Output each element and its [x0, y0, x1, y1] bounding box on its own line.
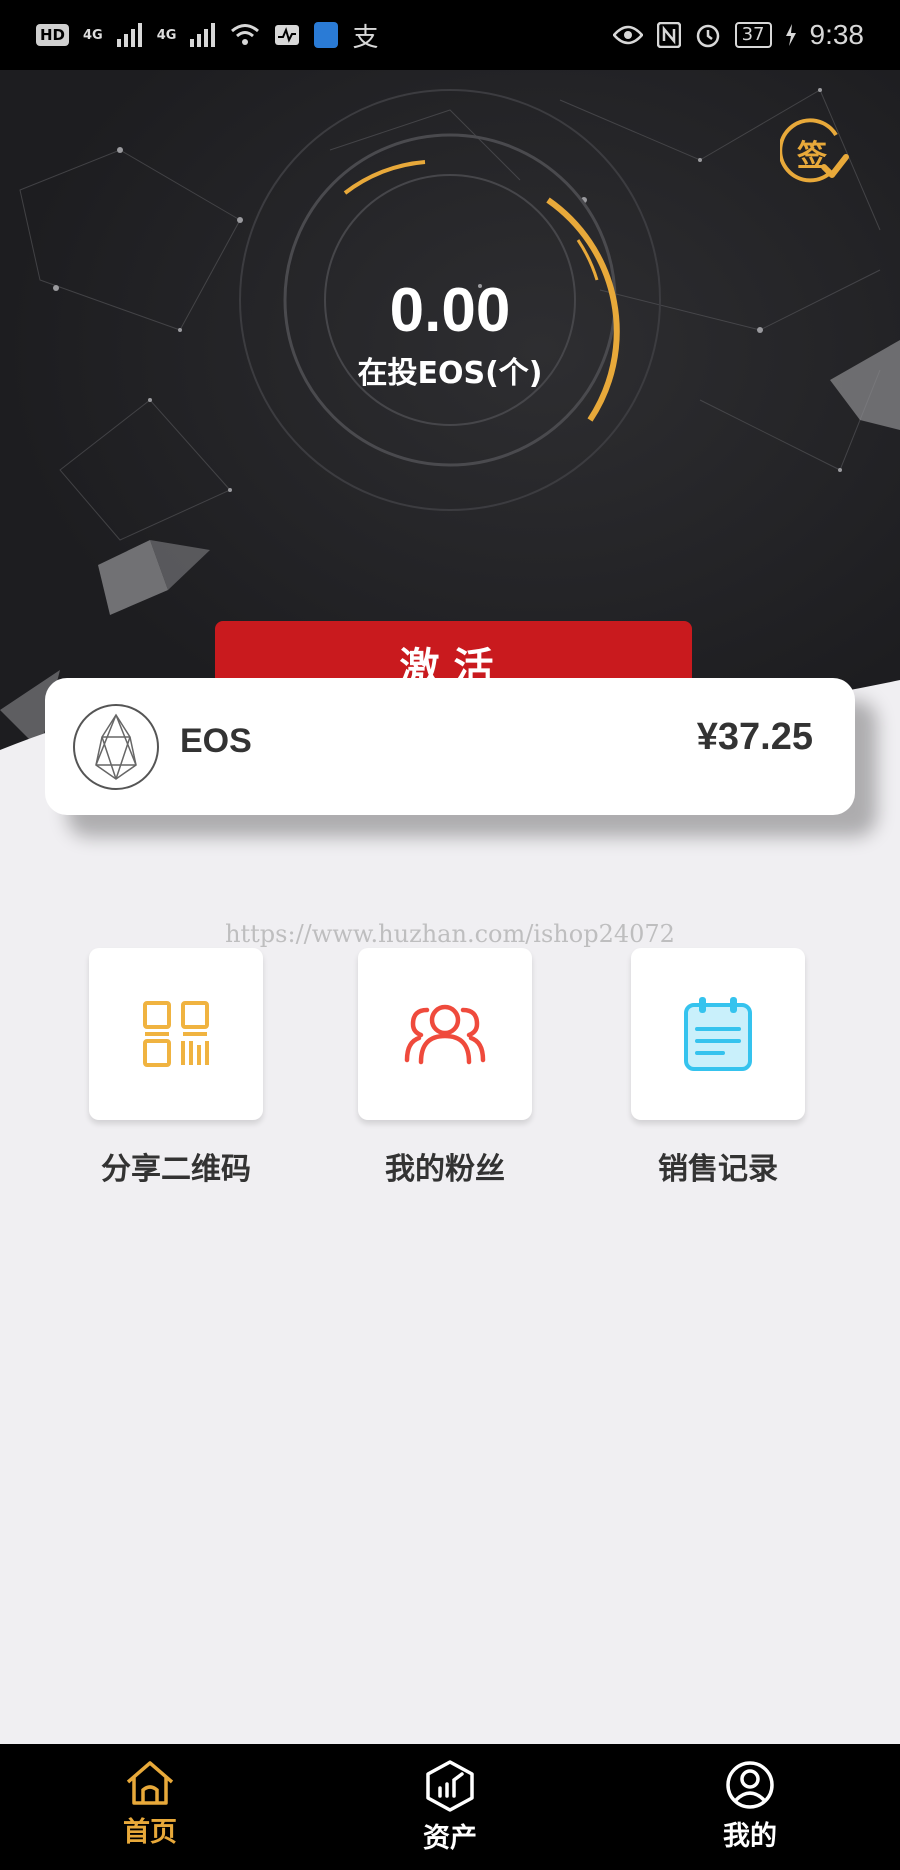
clock: 9:38 [809, 19, 865, 50]
invested-caption: 在投EOS(个) [357, 356, 543, 391]
sales-record-button[interactable]: 销售记录 [631, 948, 805, 1188]
wifi-icon [231, 24, 260, 45]
sales-record-tile [631, 948, 805, 1120]
shield-icon [314, 22, 339, 48]
network-type-1: 4G [83, 27, 103, 43]
nav-item-assets[interactable]: 资产 [350, 1744, 550, 1870]
qr-code-icon [143, 1001, 209, 1067]
nav-label-profile: 我的 [723, 1821, 777, 1852]
signal-icon [190, 23, 216, 47]
invested-amount: 0.00 [389, 276, 511, 345]
share-qr-code-button[interactable]: 分享二维码 [89, 948, 263, 1188]
signal-icon [116, 23, 142, 47]
hd-badge: HD [36, 24, 70, 46]
eos-logo-icon [73, 704, 159, 790]
sign-in-button[interactable]: 签 [780, 115, 852, 187]
share-qr-code-label: 分享二维码 [101, 1152, 251, 1187]
assets-icon [426, 1760, 474, 1812]
fans-icon [404, 1004, 486, 1065]
nav-label-home: 首页 [123, 1817, 177, 1848]
watermark-text: https://www.huzhan.com/ishop24072 [225, 920, 675, 948]
my-fans-label: 我的粉丝 [385, 1152, 505, 1187]
nav-item-home[interactable]: 首页 [50, 1744, 250, 1870]
status-bar-left: HD 4G 4G 支 [36, 17, 378, 54]
status-bar-right: 37 9:38 [612, 19, 865, 51]
sales-record-label: 销售记录 [658, 1152, 778, 1187]
sign-in-glyph: 签 [797, 139, 827, 174]
coin-price: ¥37.25 [696, 716, 813, 758]
nfc-icon [656, 22, 681, 48]
bottom-navigation: 首页 资产 我的 [0, 1744, 900, 1870]
eye-icon [612, 25, 643, 45]
alipay-icon: 支 [352, 22, 379, 53]
hero-banner: 0.00 在投EOS(个) 签 激活 [0, 70, 900, 770]
battery-level: 37 [734, 22, 772, 48]
eos-coin-card[interactable]: EOS ¥37.25 [45, 678, 855, 815]
my-fans-tile [358, 948, 532, 1120]
alarm-icon [696, 24, 719, 48]
status-bar: HD 4G 4G 支 37 9:38 [0, 0, 900, 70]
profile-icon [726, 1761, 774, 1809]
activity-icon [275, 25, 300, 45]
coin-name: EOS [180, 722, 252, 760]
home-icon [126, 1761, 174, 1805]
sales-record-icon [684, 997, 752, 1071]
my-fans-button[interactable]: 我的粉丝 [358, 948, 532, 1188]
network-type-2: 4G [156, 27, 177, 43]
charging-icon [785, 24, 796, 46]
nav-item-profile[interactable]: 我的 [650, 1744, 850, 1870]
nav-label-assets: 资产 [423, 1823, 477, 1854]
share-qr-code-tile [89, 948, 263, 1120]
